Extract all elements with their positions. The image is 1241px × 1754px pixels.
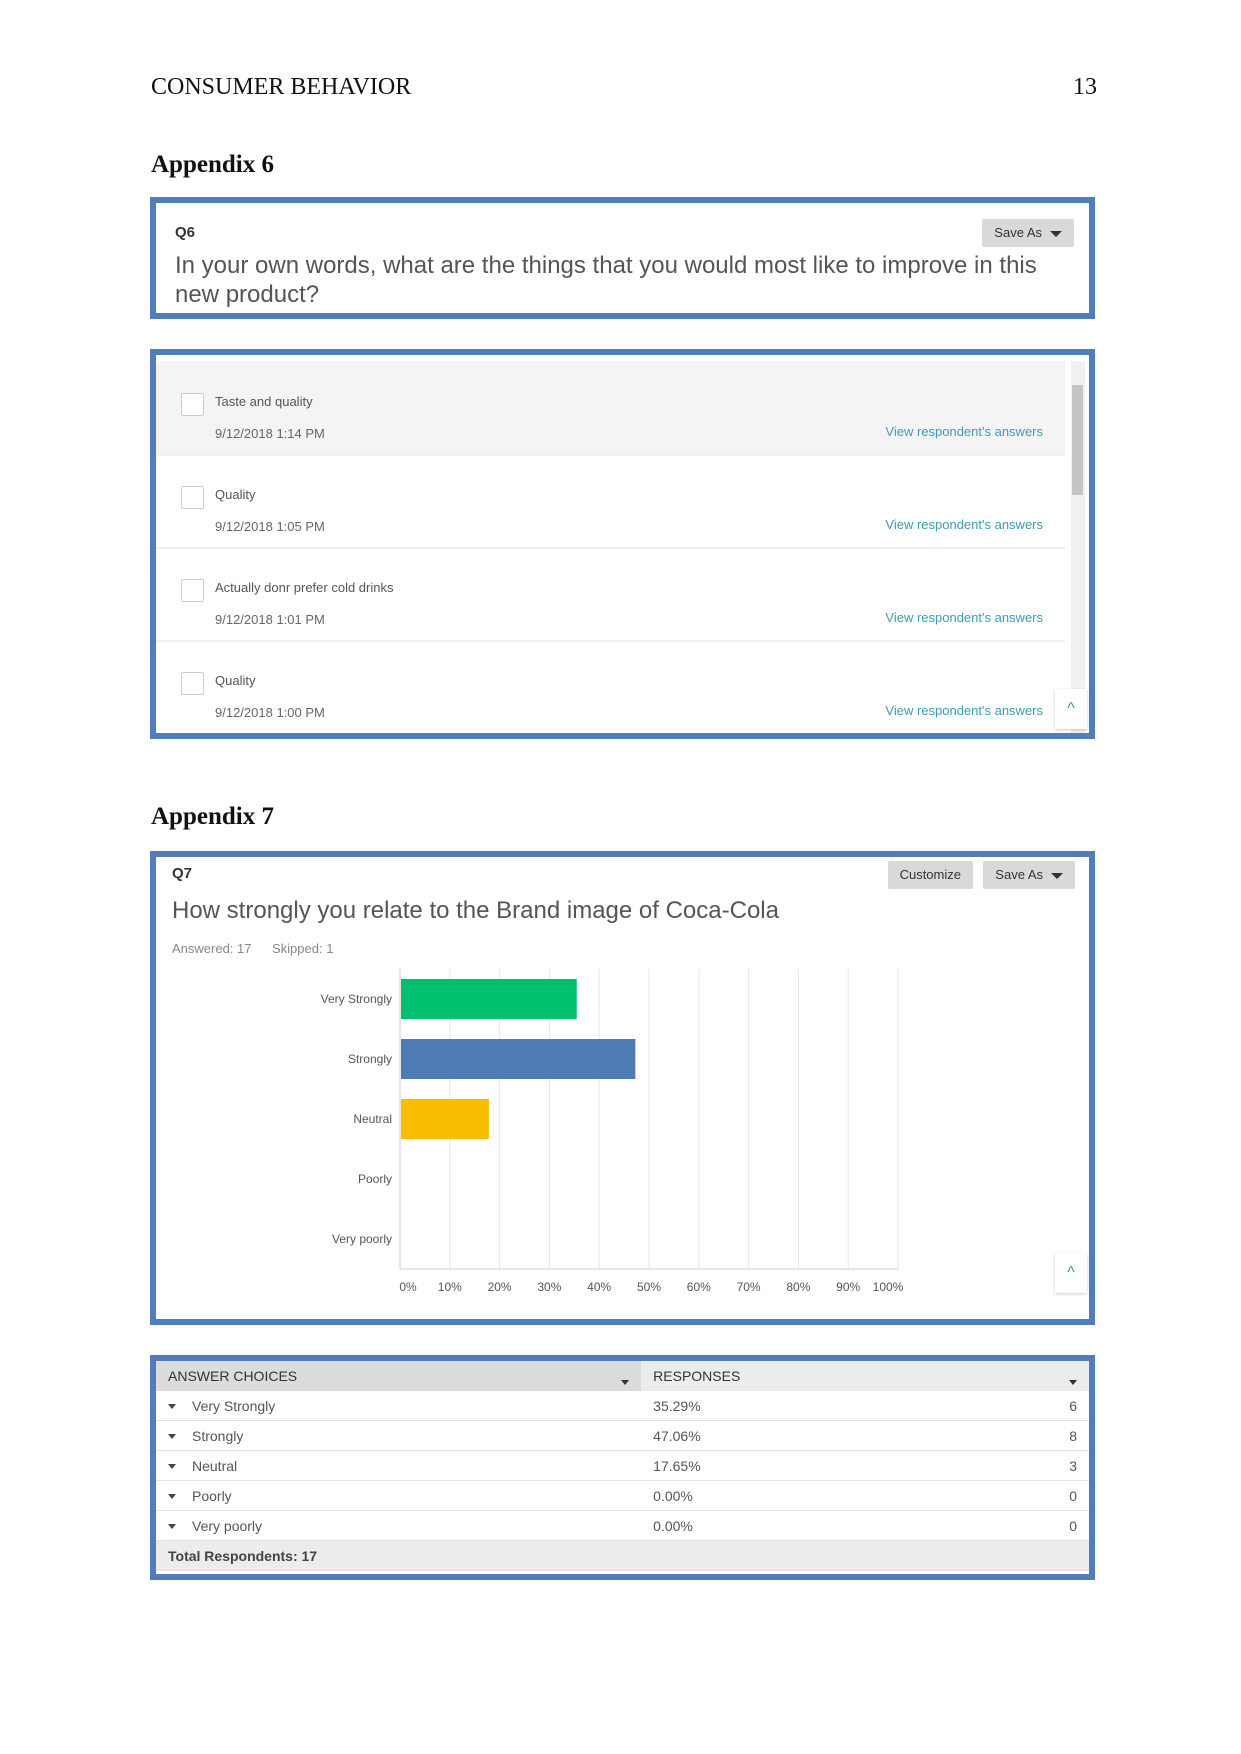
bar-neutral[interactable]	[401, 1099, 489, 1139]
percent-cell: 17.65%	[641, 1450, 1025, 1481]
q7-chart-panel: Q7 Customize Save As How strongly you re…	[150, 851, 1095, 1325]
caret-down-icon	[1050, 230, 1062, 237]
sort-icon[interactable]	[621, 1379, 630, 1385]
view-answers-link[interactable]: View respondent's answers	[885, 517, 1043, 532]
x-tick-label: 20%	[488, 1280, 512, 1294]
x-tick-label: 50%	[637, 1280, 661, 1294]
responses-table: ANSWER CHOICES RESPONSES Very Strongly 35…	[156, 1361, 1089, 1571]
percent-cell: 0.00%	[641, 1510, 1025, 1541]
y-category-label: Very poorly	[332, 1232, 392, 1246]
q6-header-panel: Q6 Save As In your own words, what are t…	[150, 197, 1095, 319]
x-tick-label: 70%	[737, 1280, 761, 1294]
appendix-6-title: Appendix 6	[151, 151, 274, 178]
x-tick-label: 60%	[687, 1280, 711, 1294]
response-text: Actually donr prefer cold drinks	[215, 580, 394, 595]
appendix-7-title: Appendix 7	[151, 803, 274, 830]
percent-cell: 47.06%	[641, 1420, 1025, 1451]
scroll-up-button[interactable]: ^	[1055, 1253, 1087, 1293]
expand-icon[interactable]	[168, 1464, 176, 1470]
x-tick-label: 40%	[587, 1280, 611, 1294]
answer-choice-cell: Very Strongly	[156, 1391, 642, 1421]
response-date: 9/12/2018 1:01 PM	[215, 612, 325, 627]
expand-icon[interactable]	[168, 1434, 176, 1440]
count-cell: 3	[1025, 1450, 1089, 1481]
answer-choice-cell: Poorly	[156, 1480, 642, 1511]
expand-icon[interactable]	[168, 1404, 176, 1410]
view-answers-link[interactable]: View respondent's answers	[885, 424, 1043, 439]
running-head: CONSUMER BEHAVIOR	[151, 74, 412, 100]
responses-header[interactable]: RESPONSES	[641, 1361, 1089, 1391]
response-item: Quality 9/12/2018 1:00 PM View respondent'…	[156, 640, 1065, 733]
bar-chart: 0% 10% 20% 30% 40% 50% 60% 70% 80% 90% 100% Very St…	[321, 969, 904, 1294]
x-tick-label: 30%	[537, 1280, 561, 1294]
table-row: Very Strongly 35.29% 6	[156, 1391, 1089, 1421]
scrollbar-thumb[interactable]	[1072, 385, 1083, 495]
q7-table-panel: ANSWER CHOICES RESPONSES Very Strongly 35…	[150, 1355, 1095, 1580]
table-row: Very poorly 0.00% 0	[156, 1510, 1089, 1541]
x-tick-label: 80%	[786, 1280, 810, 1294]
response-item: Taste and quality 9/12/2018 1:14 PM View r…	[156, 361, 1065, 456]
q6-responses-panel: Taste and quality 9/12/2018 1:14 PM View r…	[150, 349, 1095, 739]
y-category-label: Very Strongly	[321, 992, 392, 1006]
response-checkbox[interactable]	[181, 486, 204, 509]
question-text: In your own words, what are the things t…	[175, 252, 1037, 308]
table-row: Neutral 17.65% 3	[156, 1450, 1089, 1481]
question-id: Q6	[175, 224, 196, 241]
scroll-up-button[interactable]: ^	[1055, 689, 1087, 729]
save-as-button[interactable]: Save As	[982, 219, 1074, 247]
x-tick-label: 10%	[438, 1280, 462, 1294]
expand-icon[interactable]	[168, 1494, 176, 1500]
response-item: Actually donr prefer cold drinks 9/12/201…	[156, 547, 1065, 642]
response-text: Quality	[215, 487, 256, 502]
count-cell: 8	[1025, 1420, 1089, 1451]
answer-choice-cell: Strongly	[156, 1420, 642, 1451]
count-cell: 0	[1025, 1480, 1089, 1511]
x-tick-label: 90%	[836, 1280, 860, 1294]
save-as-label: Save As	[994, 225, 1042, 240]
response-text: Taste and quality	[215, 394, 313, 409]
view-answers-link[interactable]: View respondent's answers	[885, 703, 1043, 718]
y-category-label: Strongly	[348, 1052, 392, 1066]
page-number: 13	[1073, 74, 1097, 100]
table-header-row: ANSWER CHOICES RESPONSES	[156, 1361, 1089, 1391]
bar-very-strongly[interactable]	[401, 979, 577, 1019]
response-checkbox[interactable]	[181, 672, 204, 695]
response-date: 9/12/2018 1:05 PM	[215, 519, 325, 534]
y-category-label: Neutral	[353, 1112, 392, 1126]
x-tick-label: 100%	[873, 1280, 904, 1294]
response-date: 9/12/2018 1:00 PM	[215, 705, 325, 720]
response-item: Quality 9/12/2018 1:05 PM View respondent'…	[156, 454, 1065, 549]
percent-cell: 0.00%	[641, 1480, 1025, 1511]
table-row: Strongly 47.06% 8	[156, 1420, 1089, 1451]
response-checkbox[interactable]	[181, 579, 204, 602]
total-row: Total Respondents: 17	[156, 1540, 1089, 1571]
percent-cell: 35.29%	[641, 1391, 1025, 1421]
chevron-up-icon: ^	[1067, 700, 1075, 717]
response-checkbox[interactable]	[181, 393, 204, 416]
bar-strongly[interactable]	[401, 1039, 636, 1079]
y-category-label: Poorly	[358, 1172, 392, 1186]
chevron-up-icon: ^	[1067, 1264, 1075, 1281]
response-text: Quality	[215, 673, 256, 688]
answer-choices-header[interactable]: ANSWER CHOICES	[156, 1361, 642, 1391]
sort-icon[interactable]	[1069, 1379, 1077, 1385]
x-tick-label: 0%	[399, 1280, 417, 1294]
table-row: Poorly 0.00% 0	[156, 1480, 1089, 1511]
answer-choice-cell: Very poorly	[156, 1510, 642, 1541]
count-cell: 6	[1025, 1391, 1089, 1421]
expand-icon[interactable]	[168, 1524, 176, 1530]
count-cell: 0	[1025, 1510, 1089, 1541]
answer-choice-cell: Neutral	[156, 1450, 642, 1481]
total-respondents: Total Respondents: 17	[156, 1540, 1089, 1571]
response-date: 9/12/2018 1:14 PM	[215, 426, 325, 441]
view-answers-link[interactable]: View respondent's answers	[885, 610, 1043, 625]
